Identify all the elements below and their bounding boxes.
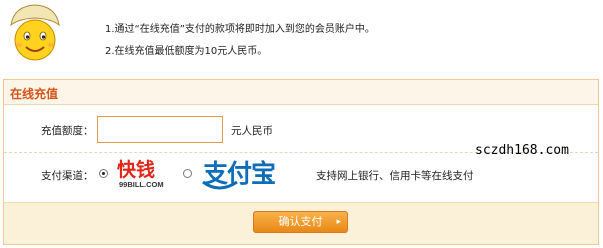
amount-unit: 元人民币 bbox=[231, 125, 273, 137]
kuaiqian-sub: 99BILL.COM bbox=[119, 180, 164, 189]
footer-bar: 确认支付 ▸ bbox=[4, 202, 598, 244]
mascot-icon bbox=[10, 4, 60, 61]
kuaiqian-name: 快钱 bbox=[117, 158, 155, 181]
radio-kuaiqian[interactable] bbox=[99, 169, 108, 178]
payment-label: 支付渠道： bbox=[41, 170, 94, 182]
recharge-panel: 在线充值 充值额度： 元人民币 支付渠道： 快钱 99BILL.COM 支付宝 … bbox=[3, 79, 599, 245]
radio-selected-dot bbox=[102, 172, 105, 175]
alipay-logo[interactable]: 支付宝 bbox=[197, 152, 301, 194]
confirm-pay-label: 确认支付 bbox=[278, 215, 323, 228]
watermark: sczdh168.com bbox=[475, 143, 569, 158]
notice-item: 2.在线充值最低额度为10元人民币。 bbox=[105, 46, 268, 57]
panel-title: 在线充值 bbox=[10, 87, 59, 101]
kuaiqian-logo[interactable]: 快钱 99BILL.COM bbox=[116, 152, 168, 194]
notice-list: 1.通过“在线充值”支付的款项将即时加入到您的会员账户中。 2.在线充值最低额度… bbox=[105, 19, 375, 63]
alipay-name: 支付宝 bbox=[203, 159, 275, 188]
confirm-pay-button[interactable]: 确认支付 ▸ bbox=[253, 211, 348, 233]
payment-note: 支持网上银行、信用卡等在线支付 bbox=[316, 170, 474, 182]
panel-header: 在线充值 bbox=[4, 80, 598, 105]
alipay-logo-graphic: 支付宝 bbox=[202, 159, 276, 190]
arrow-right-icon: ▸ bbox=[336, 217, 341, 227]
notice-section: 1.通过“在线充值”支付的款项将即时加入到您的会员账户中。 2.在线充值最低额度… bbox=[0, 0, 603, 70]
radio-alipay[interactable] bbox=[183, 169, 192, 178]
amount-label: 充值额度： bbox=[41, 125, 94, 137]
amount-input[interactable] bbox=[97, 116, 223, 143]
notice-item: 1.通过“在线充值”支付的款项将即时加入到您的会员账户中。 bbox=[105, 24, 375, 35]
kuaiqian-logo-graphic: 快钱 99BILL.COM bbox=[117, 158, 164, 189]
